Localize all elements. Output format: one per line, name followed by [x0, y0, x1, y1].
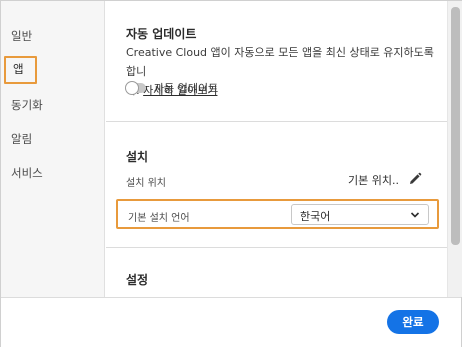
sidebar-item-sync[interactable]: 동기화 — [11, 97, 43, 113]
default-language-row: 기본 설치 언어 한국어 — [116, 199, 439, 229]
pencil-icon[interactable] — [408, 172, 422, 186]
done-button[interactable]: 완료 — [387, 310, 439, 334]
install-title: 설치 — [126, 150, 149, 164]
content-panel: 자동 업데이트 Creative Cloud 앱이 자동으로 모든 앱을 최신 … — [106, 1, 447, 297]
sidebar-item-general[interactable]: 일반 — [11, 28, 32, 44]
sidebar-item-apps[interactable]: 앱 — [4, 56, 37, 84]
language-select-value: 한국어 — [300, 210, 331, 223]
default-language-label: 기본 설치 언어 — [128, 213, 190, 224]
auto-update-toggle-row[interactable]: 자동 업데이트 — [125, 79, 219, 97]
scrollbar-thumb[interactable] — [451, 7, 460, 245]
settings-title: 설정 — [126, 273, 149, 287]
toggle-knob — [125, 81, 139, 95]
auto-update-title: 자동 업데이트 — [126, 27, 197, 41]
chevron-down-icon — [410, 212, 420, 218]
install-location-label: 설치 위치 — [126, 178, 166, 189]
section-divider — [106, 247, 447, 248]
auto-update-toggle[interactable] — [125, 81, 146, 95]
sidebar-item-services[interactable]: 서비스 — [11, 165, 43, 181]
preferences-dialog: 일반 앱 동기화 알림 서비스 자동 업데이트 Creative Cloud 앱… — [0, 0, 462, 347]
sidebar-item-notifications[interactable]: 알림 — [11, 131, 32, 147]
install-location-value[interactable]: 기본 위치.. — [348, 172, 399, 188]
sidebar: 일반 앱 동기화 알림 서비스 — [1, 1, 105, 297]
section-divider — [106, 121, 447, 122]
scrollbar[interactable] — [447, 1, 462, 297]
language-select[interactable]: 한국어 — [291, 204, 429, 225]
auto-update-toggle-label: 자동 업데이트 — [154, 82, 219, 95]
auto-update-description-text: Creative Cloud 앱이 자동으로 모든 앱을 최신 상태로 유지하도… — [126, 46, 434, 78]
dialog-footer: 완료 — [1, 297, 461, 347]
